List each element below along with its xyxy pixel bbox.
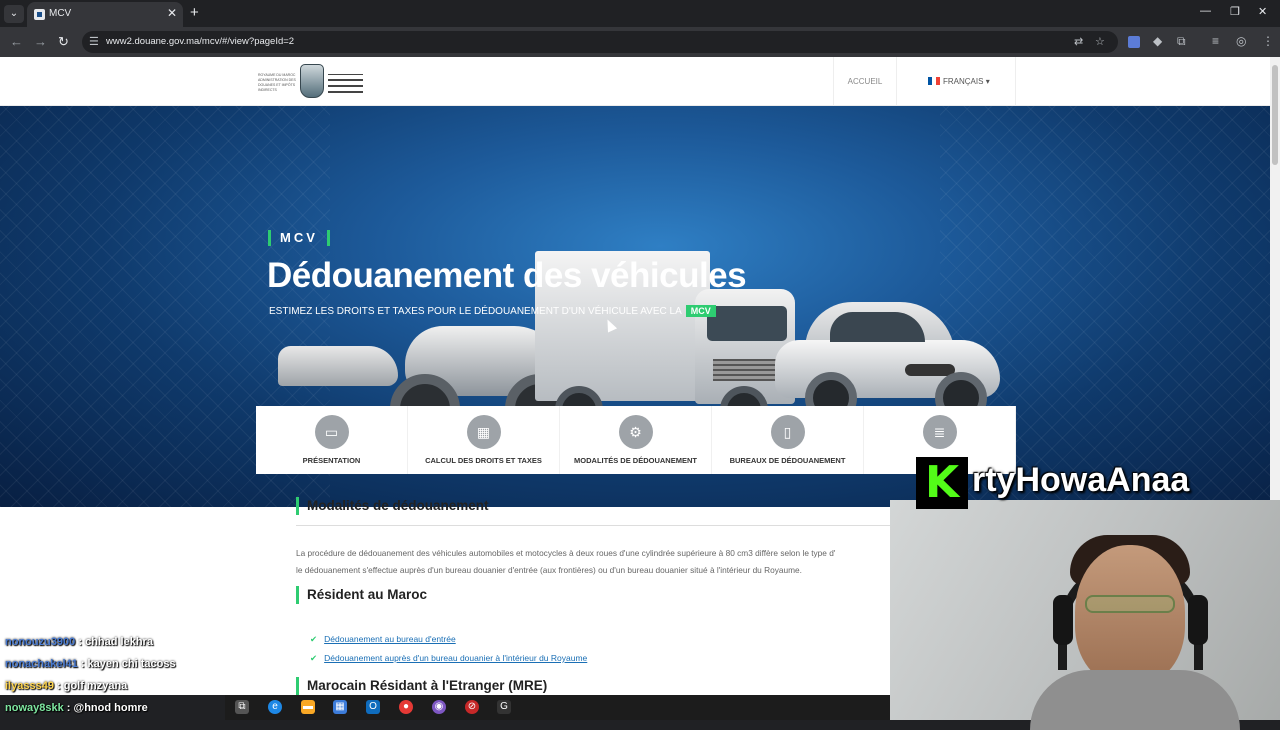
paragraph-line: le dédouanement s'effectue auprès d'un b… [296, 565, 802, 575]
card-label: MODALITÉS DE DÉDOUANEMENT [574, 456, 697, 465]
chat-username: nonouzu3900 [5, 636, 76, 648]
tab-close-icon[interactable]: ✕ [167, 6, 177, 20]
new-tab-icon[interactable]: + [190, 4, 199, 21]
browser-toolbar: ← → ↻ ☰ www2.douane.gov.ma/mcv/#/view?pa… [0, 27, 1280, 57]
section-title-resident: Résident au Maroc [296, 586, 427, 604]
streaming-app-icon[interactable]: ◉ [432, 700, 446, 714]
back-icon[interactable]: ← [10, 34, 23, 49]
section-cards: ▭ PRÉSENTATION ▦ CALCUL DES DROITS ET TA… [256, 406, 1016, 474]
calculator-icon: ▦ [466, 415, 501, 449]
link-text[interactable]: Dédouanement auprès d'un bureau douanier… [324, 653, 587, 663]
intro-paragraph: La procédure de dédouanement des véhicul… [296, 545, 896, 579]
hero-eyebrow: MCV [268, 230, 330, 246]
card-presentation[interactable]: ▭ PRÉSENTATION [256, 406, 408, 474]
logo-arabic-text [328, 74, 363, 98]
restore-icon[interactable]: ❐ [1230, 5, 1240, 18]
forward-icon[interactable]: → [34, 34, 47, 49]
reading-list-icon[interactable]: ≡ [1212, 34, 1219, 48]
chat-message: nonachakel41 : kayen chi tacoss [0, 655, 250, 677]
window-close-icon[interactable]: ✕ [1258, 5, 1267, 18]
chat-text: : @hnod homre [66, 702, 148, 714]
browser-tab[interactable]: MCV ✕ [27, 2, 183, 27]
card-label: PRÉSENTATION [302, 456, 361, 465]
chrome-icon[interactable]: ● [399, 700, 413, 714]
building-icon: ▯ [770, 415, 805, 449]
card-label: CALCUL DES DROITS ET TAXES [425, 456, 542, 465]
edge-icon[interactable]: e [268, 700, 282, 714]
site-favicon-icon [34, 9, 45, 20]
browser-tab-bar: ⌄ MCV ✕ + — ❐ ✕ [0, 0, 1280, 27]
windows-taskbar: ⧉ e ▬ ▦ O ● ◉ ⊘ G [225, 695, 890, 720]
hero-subtitle-text: ESTIMEZ LES DROITS ET TAXES POUR LE DÉDO… [269, 306, 682, 317]
chat-text: : kayen chi tacoss [80, 658, 176, 670]
headset-cup-left [1053, 595, 1073, 645]
card-bureaux[interactable]: ▯ BUREAUX DE DÉDOUANEMENT [712, 406, 864, 474]
nav-home-link[interactable]: ACCUEIL [833, 57, 897, 106]
site-header: Royaume du Maroc Administration des Doua… [0, 57, 1270, 106]
link-text[interactable]: Dédouanement au bureau d'entrée [324, 634, 456, 644]
card-modalites[interactable]: ⚙ MODALITÉS DE DÉDOUANEMENT [560, 406, 712, 474]
bookmark-star-icon[interactable]: ☆ [1095, 35, 1105, 48]
chrome-menu-icon[interactable]: ⋮ [1262, 34, 1274, 48]
customs-logo[interactable]: Royaume du Maroc Administration des Doua… [258, 62, 368, 102]
extension-diamond-icon[interactable]: ◆ [1153, 34, 1162, 48]
streamer-glasses [1085, 595, 1175, 613]
chat-text: : golf mzyana [57, 680, 128, 692]
extension-translate-icon[interactable] [1128, 36, 1140, 48]
streamer-name: rtyHowaAnaa [972, 461, 1190, 499]
translate-icon[interactable]: ⇄ [1074, 35, 1083, 48]
streamer-body [1030, 670, 1240, 730]
document-icon: ≣ [922, 415, 957, 449]
logitech-icon[interactable]: G [497, 700, 511, 714]
jetski-image [278, 346, 398, 386]
france-flag-icon [928, 77, 940, 85]
section-title-mre: Marocain Résidant à l'Etranger (MRE) [296, 677, 547, 695]
link-bureau-interieur[interactable]: ✔ Dédouanement auprès d'un bureau douanie… [310, 653, 587, 664]
reload-icon[interactable]: ↻ [58, 34, 69, 50]
divider [296, 525, 896, 526]
car-image [775, 302, 1000, 424]
card-calcul[interactable]: ▦ CALCUL DES DROITS ET TAXES [408, 406, 560, 474]
chat-text: : chhad lekhra [78, 636, 153, 648]
check-icon: ✔ [310, 653, 318, 663]
chat-message: ilyasss49 : golf mzyana [0, 677, 250, 699]
language-label: FRANÇAIS [943, 77, 984, 86]
paragraph-line: La procédure de dédouanement des véhicul… [296, 548, 836, 558]
outlook-icon[interactable]: O [366, 700, 380, 714]
tab-title: MCV [49, 8, 72, 19]
hero-title: Dédouanement des véhicules [267, 256, 747, 295]
recording-app-icon[interactable]: ⊘ [465, 700, 479, 714]
minimize-icon[interactable]: — [1200, 5, 1211, 17]
chat-username: noway8skk [5, 702, 64, 714]
tab-search-button[interactable]: ⌄ [4, 5, 24, 23]
url-text[interactable]: www2.douane.gov.ma/mcv/#/view?pageId=2 [106, 36, 294, 47]
file-explorer-icon[interactable]: ▬ [301, 700, 315, 714]
extensions-puzzle-icon[interactable]: ⧉ [1177, 34, 1186, 49]
profile-icon[interactable]: ◎ [1236, 34, 1246, 48]
scrollbar-thumb[interactable] [1272, 65, 1278, 165]
store-icon[interactable]: ▦ [333, 700, 347, 714]
chat-username: ilyasss49 [5, 680, 54, 692]
caret-down-icon: ▾ [985, 77, 990, 86]
gears-icon: ⚙ [618, 415, 653, 449]
headset-cup-right [1188, 595, 1208, 645]
chat-message: nonouzu3900 : chhad lekhra [0, 633, 250, 655]
check-icon: ✔ [310, 634, 318, 644]
chat-username: nonachakel41 [5, 658, 78, 670]
address-bar[interactable]: ☰ www2.douane.gov.ma/mcv/#/view?pageId=2… [82, 31, 1118, 53]
card-label: BUREAUX DE DÉDOUANEMENT [729, 456, 846, 465]
chat-message: noway8skk : @hnod homre [0, 699, 250, 721]
hero-subtitle: ESTIMEZ LES DROITS ET TAXES POUR LE DÉDO… [269, 305, 716, 317]
language-dropdown[interactable]: FRANÇAIS ▾ [898, 57, 1016, 106]
monitor-icon: ▭ [314, 415, 349, 449]
customs-emblem-icon [300, 64, 324, 98]
section-title-modalites: Modalités de dédouanement [296, 497, 489, 515]
mcv-badge: MCV [685, 305, 716, 317]
site-info-icon[interactable]: ☰ [89, 35, 99, 48]
link-bureau-entree[interactable]: ✔ Dédouanement au bureau d'entrée [310, 634, 456, 645]
logo-french-text: Royaume du Maroc Administration des Doua… [258, 73, 296, 92]
kick-logo-icon: K [916, 457, 968, 509]
streamer-face [1075, 545, 1185, 685]
stream-chat-overlay: nonouzu3900 : chhad lekhra nonachakel41 … [0, 633, 250, 719]
